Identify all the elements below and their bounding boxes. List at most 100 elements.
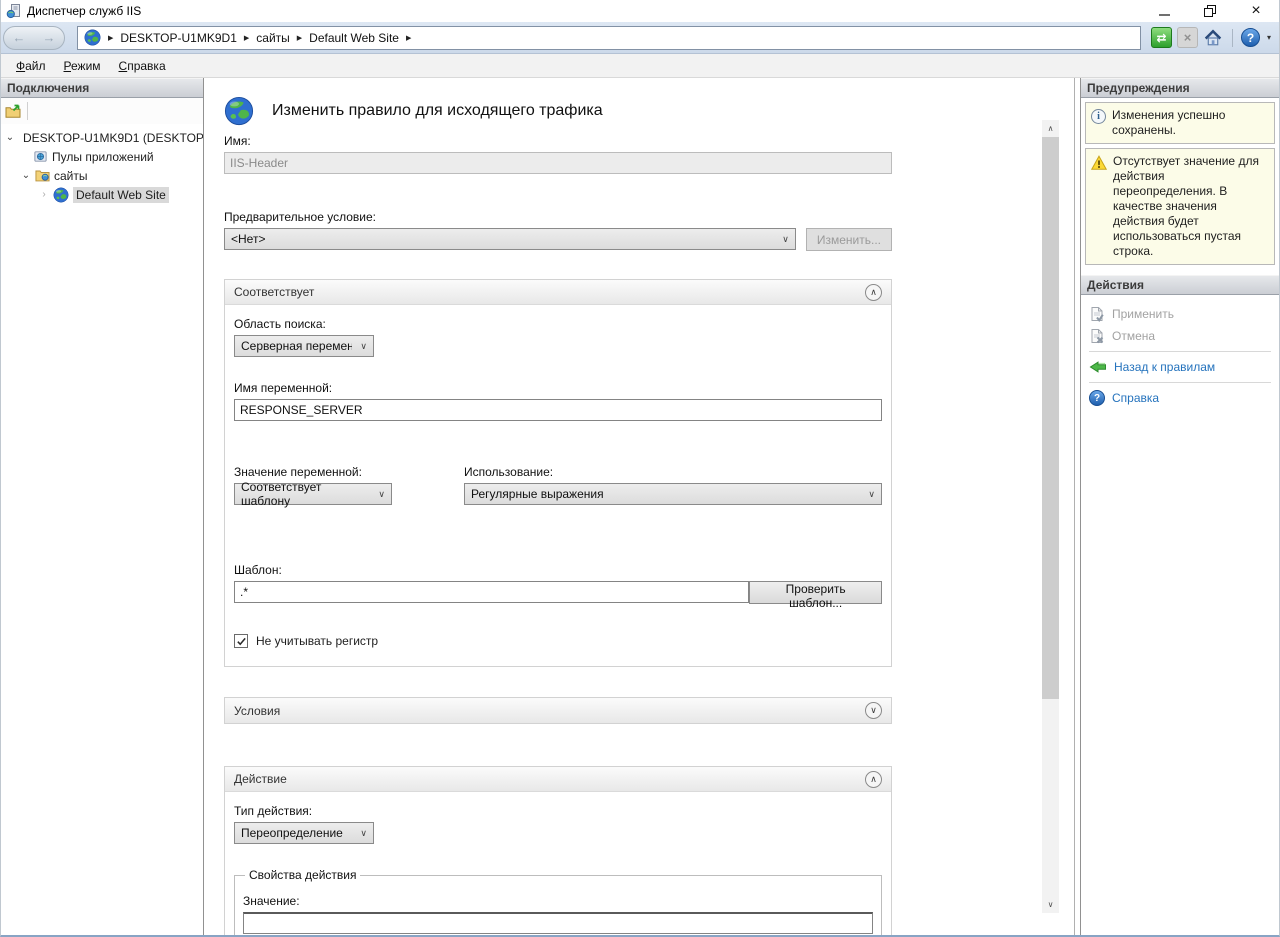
connections-tree: ⌄ DESKTOP-U1MK9D1 (DESKTOP Пулы приложен…: [1, 124, 203, 935]
page-globe-icon: [224, 96, 254, 126]
warnings-header: Предупреждения: [1081, 78, 1279, 98]
tree-item-server[interactable]: ⌄ DESKTOP-U1MK9D1 (DESKTOP: [1, 128, 203, 147]
back-arrow-icon: [1089, 359, 1107, 375]
page-title: Изменить правило для исходящего трафика: [272, 102, 603, 120]
menu-bar: Файл Режим Справка: [1, 54, 1279, 78]
scrollbar-thumb[interactable]: [1042, 137, 1059, 699]
variable-value-value: Соответствует шаблону: [241, 480, 370, 508]
save-connection-icon[interactable]: [5, 103, 21, 119]
name-field: [224, 152, 892, 174]
scope-select[interactable]: Серверная переменн ∨: [234, 335, 374, 357]
forward-icon[interactable]: →: [43, 30, 56, 45]
ignore-case-checkbox[interactable]: [234, 634, 248, 648]
precondition-value: <Нет>: [231, 232, 265, 246]
window-title: Диспетчер служб IIS: [27, 4, 1141, 18]
breadcrumb-server[interactable]: DESKTOP-U1MK9D1: [120, 31, 236, 45]
chevron-right-icon[interactable]: ›: [39, 189, 49, 200]
match-section: Соответствует ∧ Область поиска: Серверна…: [224, 279, 892, 667]
breadcrumb-default-web-site[interactable]: Default Web Site: [309, 31, 399, 45]
back-to-rules-label: Назад к правилам: [1114, 360, 1215, 374]
variable-name-label: Имя переменной:: [234, 381, 882, 395]
apply-action: Применить: [1089, 303, 1271, 325]
back-icon[interactable]: ←: [13, 30, 26, 45]
help-circle-icon: ?: [1089, 390, 1105, 406]
action-properties-group: Свойства действия Значение: Заменить дей…: [234, 868, 882, 937]
refresh-icon[interactable]: ⇄: [1151, 27, 1172, 48]
precondition-select[interactable]: <Нет> ∨: [224, 228, 796, 250]
expand-icon[interactable]: ∨: [865, 702, 882, 719]
app-pools-icon: [33, 149, 48, 164]
pattern-label: Шаблон:: [234, 563, 882, 577]
menu-file[interactable]: Файл: [7, 56, 55, 76]
address-bar: ← → ▶ DESKTOP-U1MK9D1 ▶ сайты ▶ Default …: [1, 22, 1279, 54]
tree-item-default-web-site[interactable]: › Default Web Site: [1, 185, 203, 204]
action-type-label: Тип действия:: [234, 804, 882, 818]
connections-panel: Подключения ⌄ DESKTOP-U1MK9D1 (DESKTOP П…: [1, 78, 204, 935]
home-icon[interactable]: [1203, 27, 1224, 48]
using-value: Регулярные выражения: [471, 487, 604, 501]
connections-toolbar: [1, 98, 203, 124]
variable-value-label: Значение переменной:: [234, 465, 392, 479]
ignore-case-label: Не учитывать регистр: [256, 634, 378, 648]
actions-list: Применить Отмена Назад к правилам ? Спра…: [1081, 295, 1279, 409]
action-type-select[interactable]: Переопределение ∨: [234, 822, 374, 844]
collapse-icon[interactable]: ∧: [865, 771, 882, 788]
chevron-down-icon: ∨: [360, 828, 367, 839]
chevron-down-icon: ∨: [868, 489, 875, 500]
tree-item-label: Пулы приложений: [52, 150, 154, 164]
chevron-down-icon[interactable]: ⌄: [5, 132, 15, 143]
close-button[interactable]: ×: [1233, 0, 1279, 22]
help-link[interactable]: ? Справка: [1089, 387, 1271, 409]
variable-name-field[interactable]: [234, 399, 882, 421]
precondition-label: Предварительное условие:: [224, 210, 892, 224]
info-alert: i Изменения успешно сохранены.: [1085, 102, 1275, 144]
help-caret-icon[interactable]: ▾: [1267, 33, 1271, 42]
breadcrumb-sites[interactable]: сайты: [256, 31, 290, 45]
right-panel: Предупреждения i Изменения успешно сохра…: [1080, 78, 1279, 935]
nav-buttons: ← →: [3, 26, 65, 50]
breadcrumb[interactable]: ▶ DESKTOP-U1MK9D1 ▶ сайты ▶ Default Web …: [77, 26, 1141, 50]
using-label: Использование:: [464, 465, 882, 479]
warning-icon: [1091, 155, 1107, 259]
action-properties-legend: Свойства действия: [245, 868, 360, 882]
stop-icon: ×: [1177, 27, 1198, 48]
minimize-button[interactable]: [1141, 0, 1187, 22]
tree-item-app-pools[interactable]: Пулы приложений: [1, 147, 203, 166]
crumb-arrow-icon: ▶: [244, 34, 249, 42]
scroll-up-icon[interactable]: ∧: [1042, 120, 1059, 137]
restore-button[interactable]: [1187, 0, 1233, 22]
actions-separator: [1089, 382, 1271, 383]
using-select[interactable]: Регулярные выражения ∨: [464, 483, 882, 505]
conditions-section: Условия ∨: [224, 697, 892, 724]
pattern-field[interactable]: [234, 581, 749, 603]
menu-help[interactable]: Справка: [110, 56, 175, 76]
tree-item-label: DESKTOP-U1MK9D1 (DESKTOP: [23, 131, 203, 145]
menu-view[interactable]: Режим: [55, 56, 110, 76]
scrollbar-track[interactable]: [1042, 137, 1059, 896]
action-value-field[interactable]: [243, 912, 873, 934]
tree-item-label: сайты: [54, 169, 88, 183]
toolbar-separator: [27, 102, 28, 120]
title-bar: Диспетчер служб IIS ×: [1, 0, 1279, 22]
back-to-rules-link[interactable]: Назад к правилам: [1089, 356, 1271, 378]
cancel-action: Отмена: [1089, 325, 1271, 347]
vertical-scrollbar[interactable]: ∧ ∨: [1042, 120, 1059, 913]
help-icon[interactable]: ?: [1241, 28, 1260, 47]
cancel-doc-x-icon: [1089, 328, 1105, 344]
globe-icon: [84, 29, 101, 46]
tree-item-label-selected: Default Web Site: [73, 187, 169, 203]
sites-folder-icon: [35, 168, 50, 183]
iis-manager-window: Диспетчер служб IIS × ← → ▶ DESKTOP-U1MK…: [0, 0, 1280, 937]
chevron-down-icon[interactable]: ⌄: [21, 170, 31, 181]
action-section: Действие ∧ Тип действия: Переопределение…: [224, 766, 892, 937]
test-pattern-button[interactable]: Проверить шаблон...: [749, 581, 882, 604]
warning-alert: Отсутствует значение для действия переоп…: [1085, 148, 1275, 265]
tree-item-sites[interactable]: ⌄ сайты: [1, 166, 203, 185]
chevron-down-icon: ∨: [782, 234, 789, 245]
cancel-label: Отмена: [1112, 329, 1155, 343]
crumb-arrow-icon: ▶: [108, 34, 113, 42]
scroll-down-icon[interactable]: ∨: [1042, 896, 1059, 913]
crumb-arrow-icon: ▶: [297, 34, 302, 42]
variable-value-select[interactable]: Соответствует шаблону ∨: [234, 483, 392, 505]
collapse-icon[interactable]: ∧: [865, 284, 882, 301]
